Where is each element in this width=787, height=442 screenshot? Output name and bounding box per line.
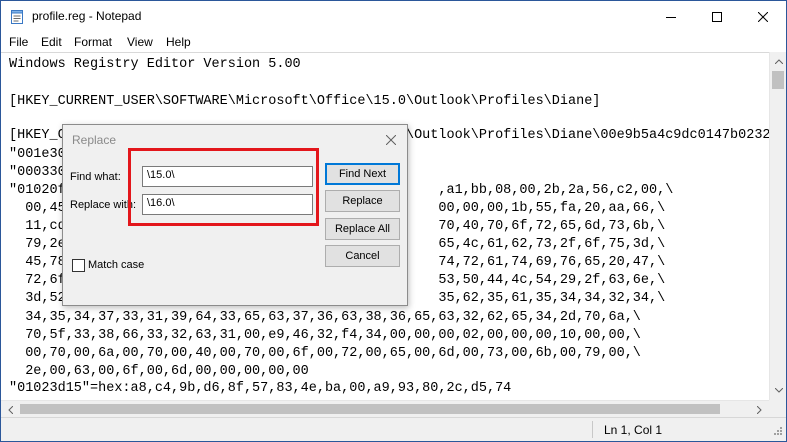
editor-line: 70,5f,33,38,66,33,32,63,31,00,e9,46,32,f… [9, 328, 641, 343]
scroll-left-arrow-icon[interactable] [2, 401, 19, 418]
replace-button[interactable]: Replace [325, 190, 400, 212]
scroll-up-arrow-icon[interactable] [770, 53, 787, 70]
window-title: profile.reg - Notepad [32, 9, 142, 23]
notepad-icon [9, 9, 25, 25]
scrollbar-corner [769, 400, 786, 417]
close-icon [758, 11, 768, 22]
menu-edit[interactable]: Edit [41, 35, 62, 49]
match-case-checkbox[interactable] [72, 259, 85, 272]
menu-file[interactable]: File [9, 35, 28, 49]
dialog-close-button[interactable] [381, 130, 401, 150]
editor-line: 34,35,34,37,33,31,39,64,33,65,63,37,36,6… [9, 310, 641, 325]
menu-format[interactable]: Format [74, 35, 112, 49]
cancel-button[interactable]: Cancel [325, 245, 400, 267]
vertical-scrollbar[interactable] [769, 52, 786, 400]
highlight-box [128, 148, 319, 226]
horizontal-scroll-thumb[interactable] [20, 404, 720, 414]
status-bar: Ln 1, Col 1 [1, 417, 786, 441]
resize-grip-icon[interactable] [771, 426, 783, 438]
close-icon [386, 135, 396, 145]
editor-line: 00,70,00,6a,00,70,00,40,00,70,00,6f,00,7… [9, 346, 641, 361]
cursor-position: Ln 1, Col 1 [604, 423, 663, 437]
scroll-right-arrow-icon[interactable] [751, 401, 768, 418]
minimize-icon [666, 16, 676, 18]
dialog-title: Replace [72, 133, 117, 147]
horizontal-scrollbar[interactable] [1, 400, 769, 417]
editor-line: "001e30 [9, 147, 66, 162]
maximize-button[interactable] [694, 1, 740, 32]
editor-line: "000330 [9, 165, 66, 180]
menu-bar: File Edit Format View Help [1, 32, 786, 52]
editor-line: "01023d15"=hex:a8,c4,9b,d6,8f,57,83,4e,b… [9, 381, 512, 396]
status-divider [592, 421, 593, 438]
maximize-icon [712, 11, 722, 22]
editor-line: 2e,00,63,00,6f,00,6d,00,00,00,00,00 [9, 364, 309, 379]
minimize-button[interactable] [648, 1, 694, 32]
menu-help[interactable]: Help [166, 35, 191, 49]
scroll-down-arrow-icon[interactable] [770, 382, 787, 399]
find-what-label: Find what: [70, 171, 121, 183]
title-bar: profile.reg - Notepad [1, 1, 786, 32]
find-next-button[interactable]: Find Next [325, 163, 400, 185]
menu-view[interactable]: View [127, 35, 153, 49]
editor-line: [HKEY_CURRENT_USER\SOFTWARE\Microsoft\Of… [9, 94, 601, 109]
replace-all-button[interactable]: Replace All [325, 218, 400, 240]
close-button[interactable] [740, 1, 786, 32]
vertical-scroll-thumb[interactable] [772, 71, 784, 89]
replace-with-label: Replace with: [70, 199, 137, 211]
match-case-label: Match case [88, 259, 145, 271]
editor-line: Windows Registry Editor Version 5.00 [9, 57, 301, 72]
